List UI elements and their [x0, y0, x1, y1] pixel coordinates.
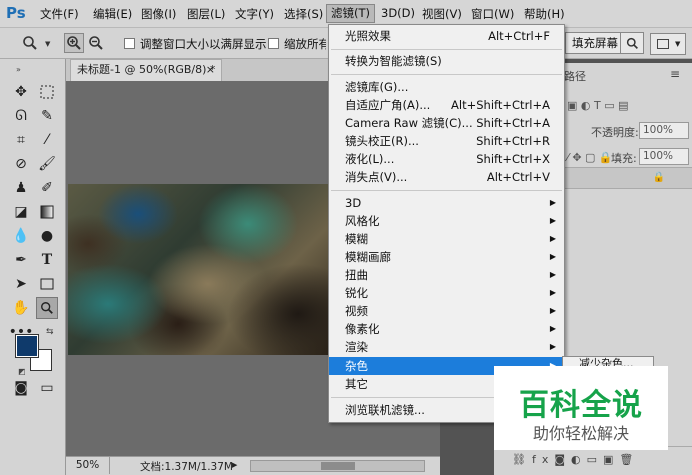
quick-select-tool-icon[interactable]: ✎: [36, 105, 58, 127]
menu-item-3d[interactable]: 3D ▶: [329, 194, 564, 212]
watermark-subtitle: 助你轻松解决: [532, 424, 629, 443]
layer-action-icons[interactable]: ⛓fx◙◐▭▣🗑: [512, 453, 639, 466]
document-tab[interactable]: 未标题-1 @ 50%(RGB/8) * ×: [70, 59, 222, 81]
fill-screen-button[interactable]: 填充屏幕: [565, 32, 625, 54]
zoom-all-checkbox[interactable]: [268, 38, 279, 49]
menu-item-blur[interactable]: 模糊 ▶: [329, 230, 564, 248]
menu-edit[interactable]: 编辑(E): [93, 6, 132, 22]
tools-panel: » ✥ ᘏ ✎ ⌗ ⁄ ⊘ 🖌 ♟ ✐ ◪ 💧 ● ✒ T ➤ ✋ ••• ⇆ …: [0, 59, 66, 475]
menu-item-sharpen[interactable]: 锐化 ▶: [329, 284, 564, 302]
eraser-tool-icon[interactable]: ◪: [10, 201, 32, 223]
fill-label: 填充:: [611, 152, 637, 165]
foreground-color-swatch[interactable]: [15, 334, 39, 358]
menu-item-blur-gallery[interactable]: 模糊画廊 ▶: [329, 248, 564, 266]
menu-item-pixelate[interactable]: 像素化 ▶: [329, 320, 564, 338]
history-brush-tool-icon[interactable]: ✐: [36, 177, 58, 199]
filter-menu-dropdown: 光照效果 Alt+Ctrl+F 转换为智能滤镜(S) 滤镜库(G)... 自适应广…: [328, 24, 565, 423]
menu-item-video[interactable]: 视频 ▶: [329, 302, 564, 320]
zoom-tool-icon[interactable]: [36, 297, 58, 319]
menu-item-vanishing-point[interactable]: 消失点(V)... Alt+Ctrl+V: [329, 168, 564, 186]
info-menu-chevron-icon[interactable]: ▶: [232, 461, 237, 469]
document-tab-title: 未标题-1 @ 50%(RGB/8) *: [77, 63, 216, 76]
menu-item-lighting-effects[interactable]: 光照效果 Alt+Ctrl+F: [329, 27, 564, 45]
menu-item-render[interactable]: 渲染 ▶: [329, 338, 564, 356]
menu-item-stylize[interactable]: 风格化 ▶: [329, 212, 564, 230]
clone-stamp-tool-icon[interactable]: ♟: [10, 177, 32, 199]
menu-type[interactable]: 文字(Y): [235, 6, 274, 22]
lock-icons[interactable]: ⁄ ✥ ▢ 🔒: [567, 151, 613, 164]
eyedropper-tool-icon[interactable]: ⁄: [36, 129, 58, 151]
pen-tool-icon[interactable]: ✒: [10, 249, 32, 271]
fit-window-label: 调整窗口大小以满屏显示: [140, 37, 267, 51]
search-icon[interactable]: [620, 32, 644, 54]
menu-select[interactable]: 选择(S): [284, 6, 323, 22]
menu-view[interactable]: 视图(V): [422, 6, 462, 22]
fill-input[interactable]: 100%: [639, 148, 689, 165]
menu-image[interactable]: 图像(I): [141, 6, 176, 22]
menu-help[interactable]: 帮助(H): [524, 6, 565, 22]
menu-item-lens-correction[interactable]: 镜头校正(R)... Shift+Ctrl+R: [329, 132, 564, 150]
menu-3d[interactable]: 3D(D): [381, 6, 415, 20]
document-info: 文档:1.37M/1.37M: [140, 461, 233, 473]
lock-icon: 🔒: [652, 172, 665, 183]
screen-mode-icon[interactable]: ▭: [36, 377, 58, 399]
opacity-input[interactable]: 100%: [639, 122, 689, 139]
canvas-image[interactable]: [68, 184, 330, 355]
zoom-out-icon[interactable]: [86, 33, 106, 53]
default-colors-icon[interactable]: ◩: [18, 367, 26, 376]
zoom-level[interactable]: 50%: [66, 457, 110, 474]
fit-window-checkbox[interactable]: [124, 38, 135, 49]
dodge-tool-icon[interactable]: ●: [36, 225, 58, 247]
panel-menu-icon[interactable]: ≡: [670, 67, 680, 81]
brush-tool-icon[interactable]: 🖌: [36, 153, 58, 175]
blur-tool-icon[interactable]: 💧: [10, 225, 32, 247]
quick-mask-icon[interactable]: ◙: [10, 377, 32, 399]
watermark-logo: 百科全说 助你轻松解决: [494, 366, 668, 450]
menu-item-convert-smart-filter[interactable]: 转换为智能滤镜(S): [329, 52, 564, 70]
status-bar: 50% 文档:1.37M/1.37M ▶: [66, 456, 440, 475]
chevron-down-icon[interactable]: ▼: [45, 40, 50, 48]
rectangle-tool-icon[interactable]: [36, 273, 58, 295]
crop-tool-icon[interactable]: ⌗: [10, 129, 32, 151]
menu-file[interactable]: 文件(F): [40, 6, 79, 22]
hand-tool-icon[interactable]: ✋: [10, 297, 32, 319]
path-selection-tool-icon[interactable]: ➤: [10, 273, 32, 295]
swap-colors-icon[interactable]: ⇆: [46, 327, 54, 337]
collapse-panel-icon[interactable]: »: [16, 65, 21, 74]
menu-item-adaptive-wide-angle[interactable]: 自适应广角(A)... Alt+Shift+Ctrl+A: [329, 96, 564, 114]
watermark-title: 百科全说: [519, 388, 643, 423]
photoshop-logo: Ps: [6, 4, 26, 22]
layers-panel-footer: ⛓fx◙◐▭▣🗑: [494, 446, 692, 475]
lasso-tool-icon[interactable]: ᘏ: [10, 105, 32, 127]
zoom-all-label: 缩放所有: [284, 37, 326, 51]
type-tool-icon[interactable]: T: [36, 249, 58, 271]
panel-tab-bar: 路径 ≡: [562, 63, 692, 87]
layer-row[interactable]: 🔒: [563, 167, 692, 189]
menu-item-camera-raw[interactable]: Camera Raw 滤镜(C)... Shift+Ctrl+A: [329, 114, 564, 132]
workspace-switcher-icon[interactable]: ▼: [650, 33, 686, 55]
close-icon[interactable]: ×: [206, 60, 215, 80]
healing-brush-tool-icon[interactable]: ⊘: [10, 153, 32, 175]
menu-item-distort[interactable]: 扭曲 ▶: [329, 266, 564, 284]
menu-item-liquify[interactable]: 液化(L)... Shift+Ctrl+X: [329, 150, 564, 168]
horizontal-scrollbar[interactable]: [250, 460, 425, 472]
menu-window[interactable]: 窗口(W): [471, 6, 514, 22]
tab-paths[interactable]: 路径: [564, 68, 586, 84]
layer-filter-icons[interactable]: ▣ ◐ T ▭ ▤: [567, 99, 628, 112]
gradient-tool-icon[interactable]: [36, 201, 58, 223]
opacity-label: 不透明度:: [591, 126, 639, 139]
zoom-tool-preset-icon[interactable]: [20, 33, 40, 53]
move-tool-icon[interactable]: ✥: [10, 81, 32, 103]
menu-item-filter-gallery[interactable]: 滤镜库(G)...: [329, 78, 564, 96]
menu-filter[interactable]: 滤镜(T): [326, 4, 375, 23]
menu-layer[interactable]: 图层(L): [187, 6, 225, 22]
marquee-tool-icon[interactable]: [36, 81, 58, 103]
zoom-in-icon[interactable]: [64, 33, 84, 53]
